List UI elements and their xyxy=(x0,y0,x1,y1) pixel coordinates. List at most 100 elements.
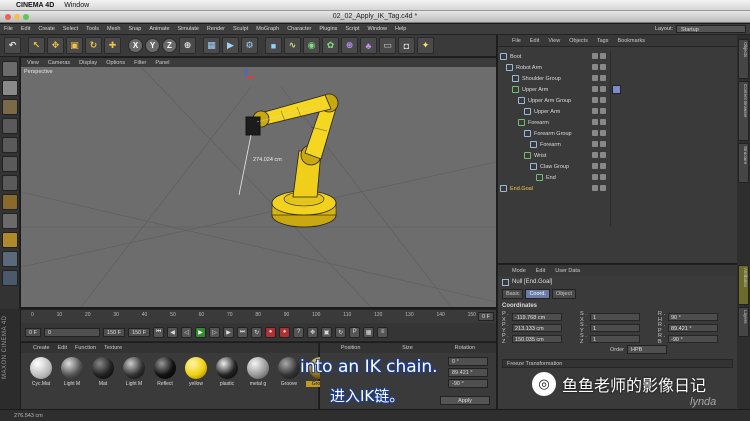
tab-layers[interactable]: Layers xyxy=(738,307,749,337)
mat-menu-edit[interactable]: Edit xyxy=(58,345,67,351)
polygons-mode-icon[interactable] xyxy=(1,175,18,191)
goto-start-icon[interactable]: ⏮ xyxy=(153,326,165,338)
menu-sculpt[interactable]: Sculpt xyxy=(233,26,248,32)
viewport-menu-options[interactable]: Options xyxy=(106,60,125,66)
subdivision-icon[interactable]: ◉ xyxy=(303,37,320,54)
tab-objects[interactable]: Objects xyxy=(738,39,749,79)
loop-icon[interactable]: ↻ xyxy=(251,326,263,338)
goto-end-icon[interactable]: ⏭ xyxy=(237,326,249,338)
material-swatch[interactable]: Mat xyxy=(89,357,117,387)
object-row-forearm-child[interactable]: Forearm xyxy=(498,139,738,150)
menu-tools[interactable]: Tools xyxy=(86,26,99,32)
attr-menu-mode[interactable]: Mode xyxy=(512,268,526,274)
material-swatch[interactable]: yellow xyxy=(182,357,210,387)
menu-file[interactable]: File xyxy=(4,26,13,32)
live-selection-icon[interactable]: ↖ xyxy=(28,37,45,54)
menu-render[interactable]: Render xyxy=(207,26,225,32)
menu-window[interactable]: Window xyxy=(367,26,387,32)
menu-mograph[interactable]: MoGraph xyxy=(256,26,279,32)
param-key-icon[interactable]: P xyxy=(349,326,361,338)
minimize-window-button[interactable] xyxy=(14,14,20,20)
next-key-icon[interactable]: ▶ xyxy=(223,326,235,338)
order-select[interactable]: HPB xyxy=(627,345,667,354)
tab-object[interactable]: Object xyxy=(551,288,576,299)
tab-basic[interactable]: Basic xyxy=(502,288,524,299)
ik-tag-icon[interactable] xyxy=(612,85,621,94)
coordinate-system-icon[interactable]: ⊕ xyxy=(179,37,196,54)
timeline-settings-icon[interactable]: ≡ xyxy=(377,326,389,338)
apply-button[interactable]: Apply xyxy=(440,396,490,405)
app-menu[interactable]: CINEMA 4D xyxy=(16,2,54,9)
workplane-mode-icon[interactable] xyxy=(1,118,18,134)
menu-simulate[interactable]: Simulate xyxy=(178,26,199,32)
scale-key-icon[interactable]: ▣ xyxy=(321,326,333,338)
bend-icon[interactable]: ∿ xyxy=(284,37,301,54)
snap-icon[interactable] xyxy=(1,232,18,248)
menu-animate[interactable]: Animate xyxy=(149,26,169,32)
object-row-shoulder-group[interactable]: Shoulder Group xyxy=(498,73,738,84)
undo-icon[interactable]: ↶ xyxy=(4,37,21,54)
obj-menu-edit[interactable]: Edit xyxy=(530,38,539,44)
end-frame-field-2[interactable]: 150 F xyxy=(128,327,151,337)
menu-mesh[interactable]: Mesh xyxy=(107,26,120,32)
obj-menu-view[interactable]: View xyxy=(548,38,560,44)
material-swatch[interactable]: Reflect xyxy=(151,357,179,387)
play-icon[interactable]: ▶ xyxy=(195,326,207,338)
freeze-transformation-section[interactable]: Freeze Transformation xyxy=(502,359,733,368)
move-icon[interactable]: ✥ xyxy=(47,37,64,54)
zoom-window-button[interactable] xyxy=(23,14,29,20)
obj-menu-tags[interactable]: Tags xyxy=(597,38,609,44)
rotation-key-icon[interactable]: ↻ xyxy=(335,326,347,338)
tab-attributes[interactable]: Attributes xyxy=(738,265,749,305)
object-row-forearm-group[interactable]: Forearm Group xyxy=(498,128,738,139)
py-field[interactable]: 213.133 cm xyxy=(512,323,562,332)
obj-menu-bookmarks[interactable]: Bookmarks xyxy=(617,38,645,44)
tweak-mode-icon[interactable] xyxy=(1,213,18,229)
position-key-icon[interactable]: ✥ xyxy=(307,326,319,338)
material-swatch[interactable]: Groove xyxy=(275,357,303,387)
prev-key-icon[interactable]: ◀ xyxy=(167,326,179,338)
rotation-b-field[interactable]: -90 ° xyxy=(448,379,488,388)
menu-help[interactable]: Help xyxy=(395,26,406,32)
sz-field[interactable]: 1 xyxy=(590,334,640,343)
px-field[interactable]: -119.768 cm xyxy=(512,312,562,321)
rotation-h-field[interactable]: 0 ° xyxy=(448,357,488,366)
tab-structure[interactable]: Structure xyxy=(738,143,749,183)
material-swatch[interactable]: Cyc.Mat xyxy=(27,357,55,387)
texture-mode-icon[interactable] xyxy=(1,99,18,115)
autokey-icon[interactable]: ● xyxy=(279,326,291,338)
sy-field[interactable]: 1 xyxy=(590,323,640,332)
object-row-upper-arm-child[interactable]: Upper Arm xyxy=(498,106,738,117)
recent-tool-icon[interactable]: ✚ xyxy=(104,37,121,54)
rotate-icon[interactable]: ↻ xyxy=(85,37,102,54)
menu-snap[interactable]: Snap xyxy=(128,26,141,32)
y-axis-lock-button[interactable]: Y xyxy=(145,38,160,53)
start-frame-field[interactable]: 0 F xyxy=(25,327,41,337)
object-row-forearm[interactable]: Forearm xyxy=(498,117,738,128)
object-row-upper-arm-group[interactable]: Upper Arm Group xyxy=(498,95,738,106)
viewport-menu-filter[interactable]: Filter xyxy=(134,60,146,66)
array-icon[interactable]: ✿ xyxy=(322,37,339,54)
material-swatch[interactable]: Light M xyxy=(120,357,148,387)
menu-edit[interactable]: Edit xyxy=(21,26,30,32)
rp-field[interactable]: 89.421 ° xyxy=(668,323,718,332)
viewport-menu-view[interactable]: View xyxy=(27,60,39,66)
menu-plugins[interactable]: Plugins xyxy=(319,26,337,32)
obj-menu-objects[interactable]: Objects xyxy=(569,38,588,44)
points-mode-icon[interactable] xyxy=(1,137,18,153)
close-window-button[interactable] xyxy=(5,14,11,20)
keyframe-selection-icon[interactable]: ? xyxy=(293,326,305,338)
rb-field[interactable]: -90 ° xyxy=(668,334,718,343)
record-icon[interactable]: ● xyxy=(265,326,277,338)
rotation-p-field[interactable]: 89.421 ° xyxy=(448,368,488,377)
object-row-upper-arm[interactable]: Upper Arm xyxy=(498,84,738,95)
timeline-ruler[interactable]: 0 10 20 30 40 50 60 70 80 90 100 110 120… xyxy=(21,309,496,323)
pz-field[interactable]: 150.035 cm xyxy=(512,334,562,343)
render-to-picture-viewer-icon[interactable]: ▶ xyxy=(222,37,239,54)
x-axis-lock-button[interactable]: X xyxy=(128,38,143,53)
tab-coord[interactable]: Coord. xyxy=(525,288,550,299)
rh-field[interactable]: 90 ° xyxy=(668,312,718,321)
object-row-end[interactable]: End xyxy=(498,172,738,183)
light-icon[interactable]: ✦ xyxy=(417,37,434,54)
sx-field[interactable]: 1 xyxy=(590,312,640,321)
